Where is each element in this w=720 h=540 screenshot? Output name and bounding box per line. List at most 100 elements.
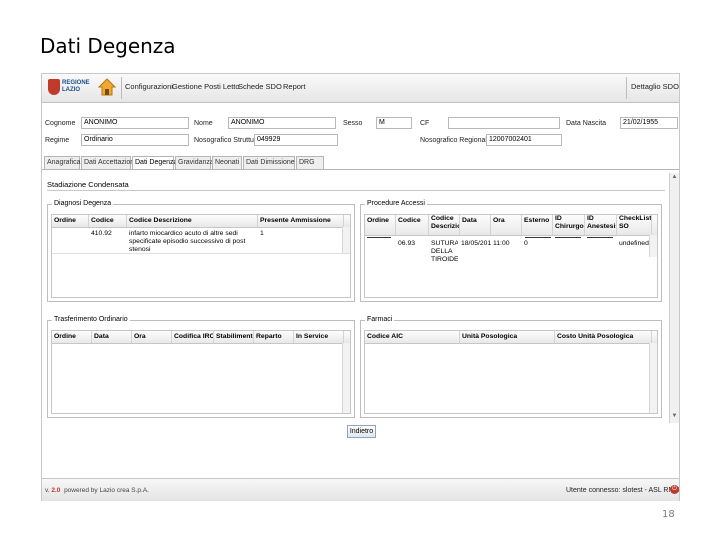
cell-esterno: 0 [524, 240, 528, 247]
tab-dati-degenza[interactable]: Dati Degenza [132, 156, 177, 170]
diagnosi-degenza-legend: Diagnosi Degenza [52, 200, 114, 207]
trasferimento-grid-header: Ordine Data Ora Codifica IRC Stabiliment… [52, 331, 350, 344]
menu-configurazioni[interactable]: Configurazioni [125, 82, 173, 91]
col-esterno[interactable]: Esterno [522, 215, 553, 235]
nosografico-regionale-field[interactable]: 12007002401 [486, 134, 562, 146]
version-info: v. 2.0 powered by Lazio crea S.p.A. [45, 487, 149, 494]
col-in-service[interactable]: In Service [294, 331, 344, 343]
col-codice[interactable]: Codice [89, 215, 127, 227]
home-icon[interactable] [98, 78, 116, 96]
sesso-label: Sesso [343, 120, 363, 127]
farmaci-grid: Codice AIC Unità Posologica Costo Unità … [364, 330, 658, 414]
connected-user: Utente connesso: slotest - ASL RMH [566, 487, 680, 494]
procedure-accessi-legend: Procedure Accessi [365, 200, 427, 207]
col-reparto[interactable]: Reparto [254, 331, 294, 343]
tab-neonati[interactable]: Neonati [212, 156, 242, 169]
cell-ora: 11:00 [493, 240, 510, 247]
procedure-accessi-group: Procedure Accessi Ordine Codice Codice D… [360, 200, 662, 302]
exit-icon[interactable]: ⏻ [670, 485, 679, 494]
tab-gravidanza[interactable]: Gravidanza [175, 156, 214, 169]
col-ordine[interactable]: Ordine [52, 331, 92, 343]
col-ora[interactable]: Ora [132, 331, 172, 343]
col-codifica-irc[interactable]: Codifica IRC [172, 331, 214, 343]
panel-vertical-scrollbar[interactable]: ▲ ▼ [669, 173, 679, 423]
dati-degenza-panel: Stadiazione Condensata Diagnosi Degenza … [42, 170, 679, 424]
sdo-app-window: REGIONE LAZIO Configurazioni Gestione Po… [41, 73, 680, 501]
scroll-up-icon[interactable]: ▲ [671, 174, 678, 180]
nome-field[interactable]: ANONIMO [228, 117, 336, 129]
col-codice[interactable]: Codice [396, 215, 429, 235]
cell-codice: 410.92 [91, 230, 112, 237]
col-ora[interactable]: Ora [491, 215, 522, 235]
cell-descrizione: infarto miocardico acuto di altre sedi s… [129, 230, 246, 253]
procedure-grid: Ordine Codice Codice Descrizion Data Ora… [364, 214, 658, 298]
col-unita-posologica[interactable]: Unità Posologica [460, 331, 555, 343]
trasferimento-grid: Ordine Data Ora Codifica IRC Stabiliment… [51, 330, 351, 414]
col-codice-descrizione[interactable]: Codice Descrizion [429, 215, 460, 235]
patient-row-1: Cognome ANONIMO Nome ANONIMO Sesso M CF … [42, 117, 679, 131]
col-data[interactable]: Data [92, 331, 132, 343]
back-button[interactable]: Indietro [347, 425, 376, 438]
row-marker-line [525, 237, 551, 238]
data-nascita-label: Data Nascita [566, 120, 607, 127]
menu-gestione-posti-letto[interactable]: Gestione Posti Letto [172, 82, 240, 91]
cell-presente: 1 [260, 230, 264, 237]
trasferimento-ordinario-legend: Trasferimento Ordinario [52, 316, 130, 323]
col-ordine[interactable]: Ordine [365, 215, 396, 235]
menu-schede-sdo[interactable]: Schede SDO [238, 82, 282, 91]
regime-field[interactable]: Ordinario [81, 134, 189, 146]
cell-codice: 06.93 [398, 240, 416, 247]
cell-checklist: undefined [619, 240, 649, 247]
data-nascita-field[interactable]: 21/02/1955 [620, 117, 678, 129]
trasferimento-vertical-scrollbar[interactable] [342, 343, 350, 413]
tab-dati-accettazione[interactable]: Dati Accettazione [81, 156, 138, 169]
diagnosi-degenza-group: Diagnosi Degenza Ordine Codice Codice De… [47, 200, 355, 302]
coat-of-arms-icon [48, 79, 60, 95]
procedure-vertical-scrollbar[interactable] [649, 235, 657, 257]
farmaci-group: Farmaci Codice AIC Unità Posologica Cost… [360, 316, 662, 418]
tab-drg[interactable]: DRG [296, 156, 324, 169]
nosografico-struttura-label: Nosografico Struttura [194, 137, 261, 144]
top-bar: REGIONE LAZIO Configurazioni Gestione Po… [42, 74, 679, 103]
nosografico-regionale-label: Nosografico Regionale [420, 137, 491, 144]
slide-title: Dati Degenza [40, 34, 176, 58]
cf-field[interactable] [448, 117, 560, 129]
scroll-down-icon[interactable]: ▼ [671, 413, 678, 419]
col-id-anestesista[interactable]: ID Anestesista [585, 215, 617, 235]
col-ordine[interactable]: Ordine [52, 215, 89, 227]
row-marker-line [587, 237, 613, 238]
diagnosi-vertical-scrollbar[interactable] [342, 227, 350, 253]
logo-text: REGIONE LAZIO [62, 80, 90, 93]
row-marker-line [555, 237, 581, 238]
menu-separator [626, 77, 627, 99]
tab-dati-dimissione[interactable]: Dati Dimissione [243, 156, 295, 169]
row-divider [52, 253, 350, 254]
regione-lazio-logo[interactable]: REGIONE LAZIO [48, 79, 90, 97]
section-divider [47, 190, 665, 191]
nosografico-struttura-field[interactable]: 049929 [254, 134, 338, 146]
col-id-chirurgo[interactable]: ID Chirurgo [553, 215, 585, 235]
col-checklist-so[interactable]: CheckList SO [617, 215, 652, 235]
sesso-field[interactable]: M [376, 117, 412, 129]
farmaci-legend: Farmaci [365, 316, 395, 323]
section-title: Stadiazione Condensata [47, 180, 129, 189]
footer-bar: v. 2.0 powered by Lazio crea S.p.A. Uten… [42, 478, 679, 501]
tab-anagrafica[interactable]: Anagrafica [44, 156, 80, 169]
patient-row-2: Regime Ordinario Nosografico Struttura 0… [42, 134, 679, 148]
cognome-label: Cognome [45, 120, 76, 127]
farmaci-grid-header: Codice AIC Unità Posologica Costo Unità … [365, 331, 657, 344]
col-costo-unita-posologica[interactable]: Costo Unità Posologica [555, 331, 652, 343]
cognome-field[interactable]: ANONIMO [81, 117, 189, 129]
col-data[interactable]: Data [460, 215, 491, 235]
dettaglio-sdo-label: Dettaglio SDO [631, 82, 679, 91]
col-codice-aic[interactable]: Codice AIC [365, 331, 460, 343]
col-presente-ammissione[interactable]: Presente Ammissione [258, 215, 344, 227]
col-codice-descrizione[interactable]: Codice Descrizione [127, 215, 258, 227]
menu-separator [121, 77, 122, 99]
procedure-grid-header: Ordine Codice Codice Descrizion Data Ora… [365, 215, 657, 236]
farmaci-vertical-scrollbar[interactable] [649, 343, 657, 413]
menu-report[interactable]: Report [283, 82, 306, 91]
nome-label: Nome [194, 120, 213, 127]
regime-label: Regime [45, 137, 70, 144]
col-stabilimento[interactable]: Stabilimento [214, 331, 254, 343]
